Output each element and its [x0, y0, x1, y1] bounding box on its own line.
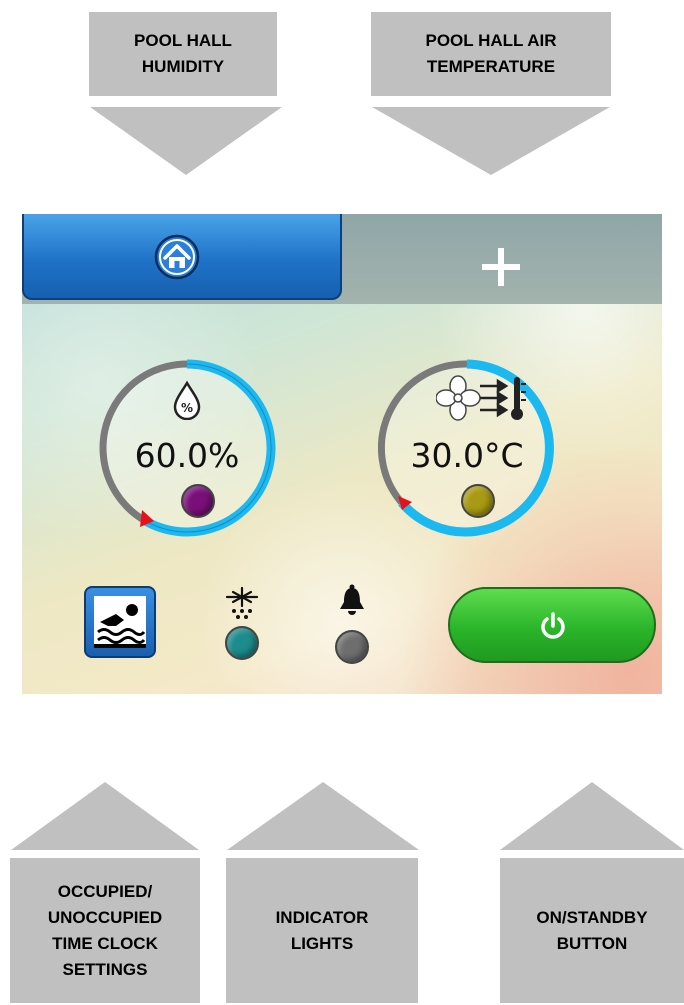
controller-screen: % 60.0% 30.0°C — [22, 214, 662, 694]
fan-thermometer-icon — [436, 375, 526, 421]
power-icon — [541, 612, 565, 639]
tab-bar — [22, 214, 662, 304]
bell-icon — [340, 584, 364, 615]
time-clock-callout-arrow — [11, 782, 199, 850]
occupied-time-clock-button[interactable] — [84, 586, 156, 658]
on-standby-callout-text: ON/STANDBY BUTTON — [536, 907, 648, 953]
time-clock-callout: OCCUPIED/ UNOCCUPIED TIME CLOCK SETTINGS — [10, 858, 200, 1003]
humidity-status-light — [181, 484, 215, 518]
svg-text:%: % — [181, 401, 193, 415]
on-standby-button[interactable] — [448, 587, 656, 663]
temperature-status-light — [461, 484, 495, 518]
humidity-callout-arrow — [90, 107, 282, 175]
air-temperature-callout-arrow — [372, 107, 610, 175]
humidity-callout-text: POOL HALL HUMIDITY — [134, 31, 232, 76]
humidity-value: 60.0% — [134, 436, 240, 475]
indicator-lights-callout: INDICATOR LIGHTS — [226, 858, 418, 1003]
tab-home[interactable] — [22, 214, 342, 300]
air-temperature-callout-text: POOL HALL AIR TEMPERATURE — [425, 31, 557, 76]
plus-icon[interactable] — [480, 246, 522, 288]
snowflake-icon — [225, 586, 259, 619]
swimmer-icon — [94, 596, 146, 648]
alarm-indicator-light — [335, 630, 369, 664]
humidity-drop-icon: % — [173, 380, 201, 420]
humidity-callout: POOL HALL HUMIDITY — [89, 12, 277, 96]
indicator-lights-callout-arrow — [227, 782, 419, 850]
on-standby-callout-arrow — [500, 782, 684, 850]
time-clock-callout-text: OCCUPIED/ UNOCCUPIED TIME CLOCK SETTINGS — [47, 881, 163, 979]
dehumidifier-indicator-light — [225, 626, 259, 660]
on-standby-callout: ON/STANDBY BUTTON — [500, 858, 684, 1003]
home-icon — [154, 234, 200, 280]
air-temperature-callout: POOL HALL AIR TEMPERATURE — [371, 12, 611, 96]
indicator-lights-callout-text: INDICATOR LIGHTS — [275, 907, 369, 953]
temperature-value: 30.0°C — [410, 436, 524, 475]
